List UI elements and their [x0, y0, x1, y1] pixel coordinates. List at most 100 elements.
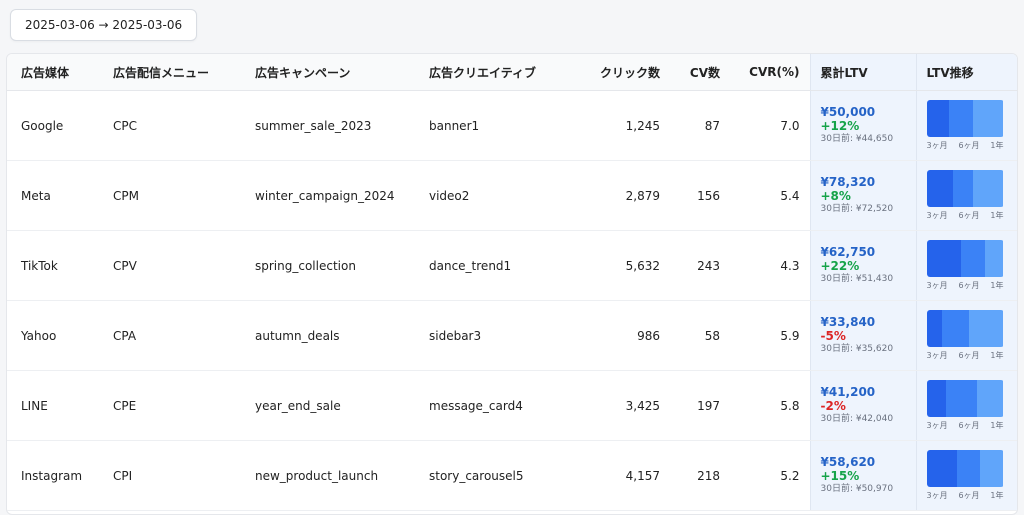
cell-creative: dance_trend1	[415, 230, 567, 301]
cell-media: Meta	[7, 160, 99, 231]
cell-campaign: autumn_deals	[241, 300, 415, 371]
trend-segment-6m	[941, 310, 969, 347]
cell-cvr: 5.2	[730, 440, 810, 511]
cell-cv: 218	[670, 440, 730, 511]
cell-clicks: 1,245	[567, 90, 670, 161]
ltv-trend-bar	[926, 380, 1004, 417]
cell-ltv: ¥33,840 -5% 30日前: ¥35,620	[809, 300, 916, 371]
cell-campaign: winter_campaign_2024	[241, 160, 415, 231]
trend-labels: 3ヶ月 6ヶ月 1年	[927, 210, 1004, 221]
cell-campaign: new_product_launch	[241, 440, 415, 511]
cell-clicks: 2,879	[567, 160, 670, 231]
trend-label-1y: 1年	[990, 351, 1004, 360]
ltv-change: -2%	[820, 399, 846, 413]
trend-segment-6m	[945, 380, 977, 417]
trend-label-6m: 6ヶ月	[958, 351, 980, 360]
table-row[interactable]: TikTok CPV spring_collection dance_trend1 5,…	[7, 230, 1017, 301]
trend-segment-3m	[926, 100, 949, 137]
cell-ltv: ¥62,750 +22% 30日前: ¥51,430	[809, 230, 916, 301]
table-row[interactable]: Yahoo CPA autumn_deals sidebar3 986 58 5.9 ¥33…	[7, 300, 1017, 371]
trend-label-6m: 6ヶ月	[958, 491, 980, 500]
cell-cv: 87	[670, 90, 730, 161]
col-trend-header: LTV推移	[915, 54, 1017, 91]
table-row[interactable]: Instagram CPI new_product_launch story_caro…	[7, 440, 1017, 511]
trend-label-1y: 1年	[990, 211, 1004, 220]
date-range-button[interactable]: 2025-03-06 → 2025-03-06	[10, 9, 198, 41]
trend-label-3m: 3ヶ月	[926, 281, 948, 290]
trend-segment-6m	[956, 450, 981, 487]
cell-campaign: year_end_sale	[241, 370, 415, 441]
cell-cvr: 7.0	[730, 90, 810, 161]
trend-labels: 3ヶ月 6ヶ月 1年	[927, 490, 1004, 501]
cell-ltv-trend: 3ヶ月 6ヶ月 1年	[915, 440, 1017, 511]
cell-media: TikTok	[7, 230, 99, 301]
trend-label-3m: 3ヶ月	[926, 211, 948, 220]
ltv-value: ¥33,840	[820, 315, 876, 329]
table-row[interactable]: LINE CPE year_end_sale message_card4 3,425 19…	[7, 370, 1017, 441]
trend-label-6m: 6ヶ月	[958, 421, 980, 430]
ltv-trend-bar	[926, 450, 1004, 487]
cell-cv: 58	[670, 300, 730, 371]
cell-ltv-trend: 3ヶ月 6ヶ月 1年	[915, 300, 1017, 371]
ltv-previous: 30日前: ¥50,970	[820, 484, 894, 494]
cell-ltv: ¥41,200 -2% 30日前: ¥42,040	[809, 370, 916, 441]
trend-segment-1y	[973, 100, 1004, 137]
col-clicks-header[interactable]: クリック数	[567, 54, 670, 91]
cell-media: Google	[7, 90, 99, 161]
cell-media: Instagram	[7, 440, 99, 511]
ltv-change: -5%	[820, 329, 846, 343]
cell-creative: sidebar3	[415, 300, 567, 371]
cell-clicks: 986	[567, 300, 670, 371]
col-cv-header[interactable]: CV数	[670, 54, 730, 91]
trend-segment-1y	[976, 380, 1004, 417]
trend-label-3m: 3ヶ月	[926, 351, 948, 360]
cell-cvr: 4.3	[730, 230, 810, 301]
table-row[interactable]: Meta CPM winter_campaign_2024 video2 2,879 15…	[7, 160, 1017, 231]
cell-ltv-trend: 3ヶ月 6ヶ月 1年	[915, 230, 1017, 301]
ltv-value: ¥50,000	[820, 105, 876, 119]
cell-ltv: ¥78,320 +8% 30日前: ¥72,520	[809, 160, 916, 231]
ltv-value: ¥41,200	[820, 385, 876, 399]
cell-menu: CPC	[99, 90, 241, 161]
trend-labels: 3ヶ月 6ヶ月 1年	[927, 420, 1004, 431]
trend-segment-1y	[968, 310, 1004, 347]
col-campaign-header[interactable]: 広告キャンペーン	[241, 54, 415, 91]
col-cvr-header[interactable]: CVR(%)	[730, 54, 810, 91]
col-menu-header[interactable]: 広告配信メニュー	[99, 54, 241, 91]
cell-ltv-trend: 3ヶ月 6ヶ月 1年	[915, 160, 1017, 231]
trend-segment-3m	[926, 240, 962, 277]
trend-label-3m: 3ヶ月	[926, 491, 948, 500]
cell-menu: CPA	[99, 300, 241, 371]
trend-labels: 3ヶ月 6ヶ月 1年	[927, 140, 1004, 151]
cell-clicks: 4,157	[567, 440, 670, 511]
trend-segment-3m	[926, 450, 957, 487]
cell-cvr: 5.8	[730, 370, 810, 441]
trend-label-3m: 3ヶ月	[926, 141, 948, 150]
ltv-change: +8%	[820, 189, 851, 203]
table-row[interactable]: Google CPC summer_sale_2023 banner1 1,245 87 7…	[7, 90, 1017, 161]
trend-segment-6m	[961, 240, 985, 277]
col-creative-header[interactable]: 広告クリエイティブ	[415, 54, 567, 91]
trend-label-3m: 3ヶ月	[926, 421, 948, 430]
trend-label-1y: 1年	[990, 281, 1004, 290]
col-media-header[interactable]: 広告媒体	[7, 54, 99, 91]
cell-menu: CPM	[99, 160, 241, 231]
cell-menu: CPV	[99, 230, 241, 301]
table-header: 広告媒体 広告配信メニュー 広告キャンペーン 広告クリエイティブ クリック数 C…	[7, 54, 1017, 91]
cell-ltv: ¥50,000 +12% 30日前: ¥44,650	[809, 90, 916, 161]
cell-creative: story_carousel5	[415, 440, 567, 511]
cell-clicks: 3,425	[567, 370, 670, 441]
trend-segment-6m	[952, 170, 973, 207]
cell-cvr: 5.4	[730, 160, 810, 231]
ltv-trend-bar	[926, 240, 1004, 277]
ltv-trend-bar	[926, 100, 1004, 137]
trend-label-6m: 6ヶ月	[958, 211, 980, 220]
ltv-change: +22%	[820, 259, 860, 273]
cell-clicks: 5,632	[567, 230, 670, 301]
col-ltv-header[interactable]: 累計LTV	[809, 54, 916, 91]
cell-menu: CPI	[99, 440, 241, 511]
trend-labels: 3ヶ月 6ヶ月 1年	[927, 280, 1004, 291]
cell-cvr: 5.9	[730, 300, 810, 371]
cell-cv: 156	[670, 160, 730, 231]
cell-creative: message_card4	[415, 370, 567, 441]
